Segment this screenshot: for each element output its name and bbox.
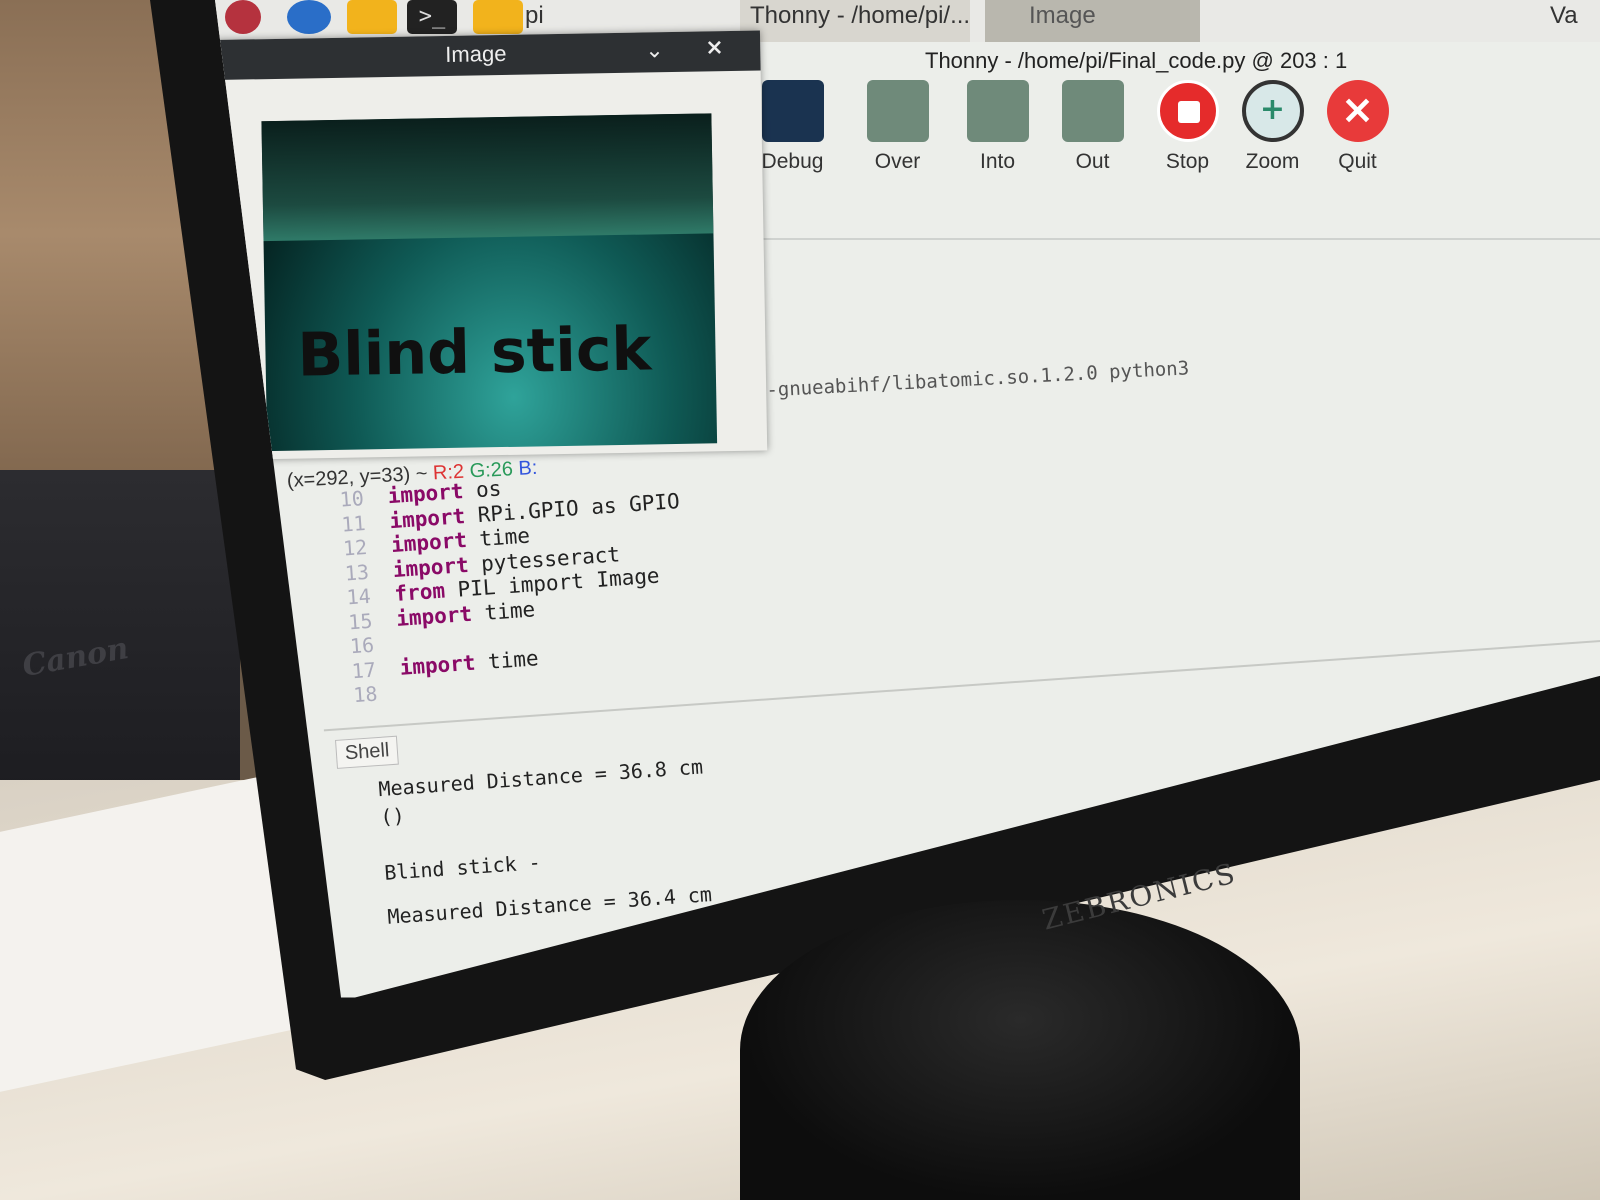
pixel-b-value: B: xyxy=(517,456,538,480)
terminal-icon[interactable]: >_ xyxy=(407,0,457,34)
stop-icon xyxy=(1156,80,1219,142)
taskbar-task-thonny[interactable]: Thonny - /home/pi/... xyxy=(740,0,970,42)
pixel-r-value: R:2 xyxy=(432,460,465,485)
monitor-stand xyxy=(740,900,1300,1200)
zoom-icon: + xyxy=(1241,80,1304,142)
folder-icon[interactable] xyxy=(473,0,523,34)
library-path-text: x-gnueabihf/libatomic.so.1.2.0 python3 xyxy=(754,357,1190,402)
step-over-button[interactable]: Over xyxy=(850,80,945,174)
step-out-label: Out xyxy=(1075,150,1110,173)
image-task-label: Image xyxy=(1029,2,1096,29)
chevron-down-icon[interactable]: ⌄ xyxy=(645,38,664,63)
step-into-button[interactable]: Into xyxy=(950,80,1045,174)
browser-icon[interactable] xyxy=(287,0,331,34)
close-icon[interactable]: × xyxy=(705,35,724,60)
step-out-button[interactable]: Out xyxy=(1045,80,1140,174)
pixel-g-value: G:26 xyxy=(469,458,514,483)
stop-button[interactable]: Stop xyxy=(1140,80,1235,174)
step-into-label: Into xyxy=(979,150,1016,173)
image-window[interactable]: Image ⌄ × Blind stick xyxy=(215,30,768,460)
tab-shell[interactable]: Shell xyxy=(335,735,400,769)
raspberry-menu-icon[interactable] xyxy=(225,0,261,34)
thonny-window-title: Thonny - /home/pi/Final_code.py @ 203 : … xyxy=(925,48,1348,73)
step-into-icon xyxy=(966,80,1029,142)
quit-button[interactable]: × Quit xyxy=(1310,80,1405,174)
thonny-task-label: Thonny - /home/pi/... xyxy=(750,2,971,29)
taskbar-pi-label[interactable]: pi xyxy=(525,2,544,30)
quit-label: Quit xyxy=(1338,150,1377,173)
camera-overlay-text: Blind stick xyxy=(296,314,652,391)
camera-background xyxy=(261,113,714,242)
shell-output-line: Measured Distance = 36.8 cm xyxy=(377,754,704,802)
line-number: 18 xyxy=(352,681,379,708)
quit-icon: × xyxy=(1326,80,1389,142)
file-manager-icon[interactable] xyxy=(347,0,397,34)
shell-output-line: Blind stick - xyxy=(383,849,542,885)
line-number-gutter: 10 11 12 13 14 15 16 17 18 xyxy=(307,485,392,710)
editor-divider xyxy=(745,238,1600,240)
thonny-toolbar: Debug Over Into Out Stop + Zoom × Quit xyxy=(745,80,1600,230)
shell-output-line: () xyxy=(379,803,406,829)
stop-label: Stop xyxy=(1165,150,1210,173)
image-window-title: Image xyxy=(445,40,507,67)
step-out-icon xyxy=(1061,80,1124,142)
image-window-titlebar[interactable]: Image ⌄ × xyxy=(215,30,761,80)
step-over-icon xyxy=(866,80,929,142)
step-over-label: Over xyxy=(874,150,921,173)
camera-preview: Blind stick xyxy=(261,113,718,452)
taskbar-right-clip[interactable]: Va xyxy=(1550,2,1578,30)
taskbar-task-image[interactable]: Image xyxy=(985,0,1200,42)
code-lines: import os import RPi.GPIO as GPIO import… xyxy=(387,464,692,704)
debug-icon xyxy=(761,80,824,142)
zoom-button[interactable]: + Zoom xyxy=(1225,80,1320,174)
zoom-label: Zoom xyxy=(1245,150,1300,173)
